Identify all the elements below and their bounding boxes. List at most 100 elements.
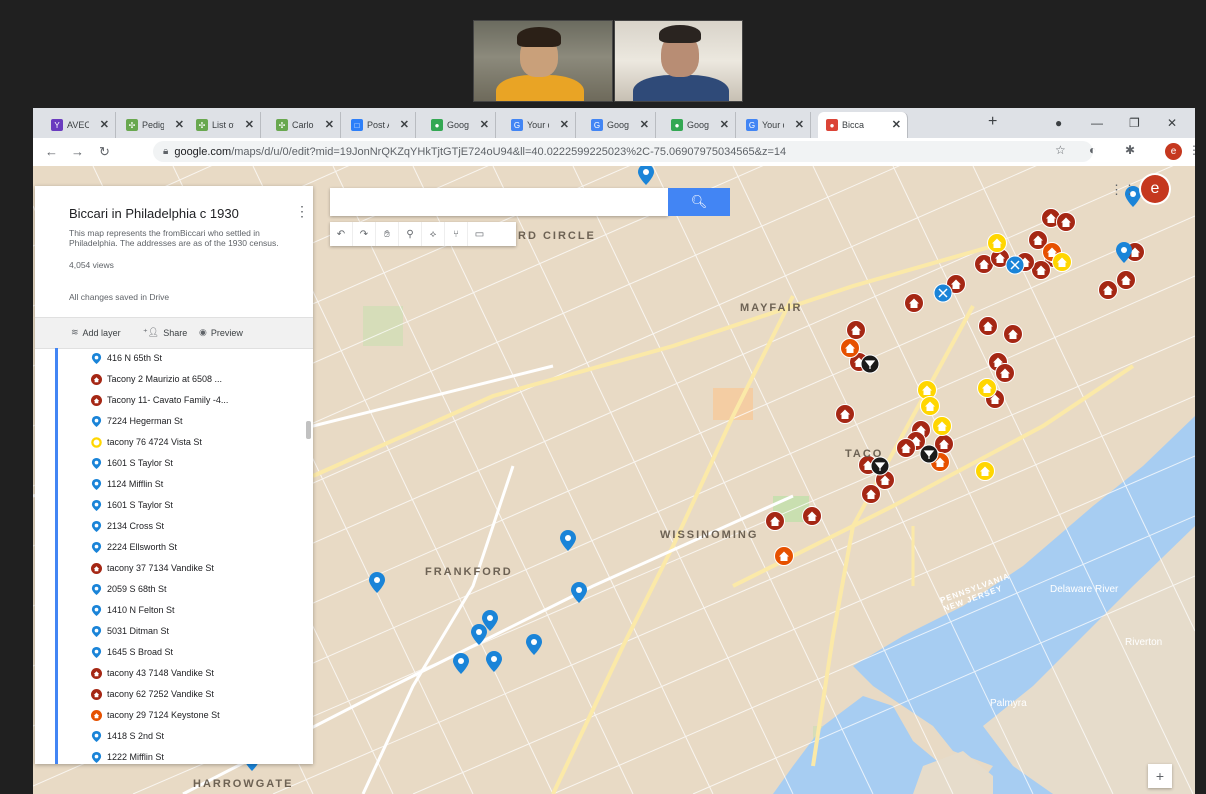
map-ring-marker[interactable] (975, 461, 995, 481)
map-pin-marker[interactable] (571, 582, 587, 603)
map-ring-marker[interactable] (920, 396, 940, 416)
tab-close-icon[interactable]: ✕ (175, 118, 184, 131)
map-house-marker[interactable] (835, 404, 855, 424)
map-description[interactable]: This map represents the fromBiccari who … (69, 228, 305, 248)
browser-tab[interactable]: ✣ Carlo ✕ (268, 112, 341, 138)
profile-icon[interactable]: ● (1055, 116, 1062, 130)
map-house-marker[interactable] (774, 546, 794, 566)
hand-icon[interactable]: ✋︎ (376, 222, 399, 246)
layer-list-item[interactable]: 1124 Mifflin St (91, 474, 163, 494)
layer-list-item[interactable]: 1645 S Broad St (91, 642, 173, 662)
add-layer-button[interactable]: ≋ Add layer (71, 327, 121, 338)
url-field[interactable]: 🔒︎ google.com/maps/d/u/0/edit?mid=19JonN… (153, 141, 1093, 162)
layer-list-item[interactable]: 1601 S Taylor St (91, 495, 173, 515)
map-house-marker[interactable] (861, 484, 881, 504)
browser-tab[interactable]: G Your d ✕ (503, 112, 576, 138)
tab-close-icon[interactable]: ✕ (480, 118, 489, 131)
tab-close-icon[interactable]: ✕ (720, 118, 729, 131)
layer-list-item[interactable]: 1410 N Felton St (91, 600, 175, 620)
map-pin-marker[interactable] (486, 651, 502, 672)
map-ring-marker[interactable] (977, 378, 997, 398)
layer-list-item[interactable]: tacony 29 7124 Keystone St (91, 705, 220, 725)
extensions-puzzle-icon[interactable]: ✱ (1125, 143, 1135, 157)
browser-tab[interactable]: ● Biccari ✕ (818, 112, 908, 138)
tab-close-icon[interactable]: ✕ (325, 118, 334, 131)
directions-icon[interactable]: ⑂ (445, 222, 468, 246)
layer-list-item[interactable]: 1418 S 2nd St (91, 726, 164, 746)
layer-list-item[interactable]: tacony 76 4724 Vista St (91, 432, 202, 452)
layer-list-item[interactable]: tacony 62 7252 Vandike St (91, 684, 214, 704)
share-button[interactable]: ⁺👤︎ Share (143, 327, 187, 338)
layer-list-item[interactable]: 7224 Hegerman St (91, 411, 183, 431)
map-utensils-marker[interactable] (933, 283, 953, 303)
map-house-marker[interactable] (846, 320, 866, 340)
close-window-button[interactable]: ✕ (1167, 116, 1177, 130)
panel-menu-icon[interactable]: ⋮ (295, 203, 309, 220)
map-pin-marker[interactable] (453, 653, 469, 674)
map-special-marker[interactable] (919, 444, 939, 464)
draw-line-icon[interactable]: ⟡ (422, 222, 445, 246)
map-house-marker[interactable] (896, 438, 916, 458)
zoom-in-button[interactable]: + (1148, 764, 1172, 788)
profile-avatar[interactable]: e (1165, 143, 1182, 160)
map-special-marker[interactable] (860, 354, 880, 374)
layer-list-item[interactable]: tacony 37 7134 Vandike St (91, 558, 214, 578)
browser-tab[interactable]: ✣ List of ✕ (188, 112, 261, 138)
video-participant-2[interactable] (614, 20, 743, 102)
layer-list-item[interactable]: Tacony 2 Maurizio at 6508 ... (91, 369, 222, 389)
map-house-marker[interactable] (1003, 324, 1023, 344)
forward-icon[interactable]: → (71, 144, 84, 159)
measure-icon[interactable]: ▭ (468, 222, 491, 246)
tab-close-icon[interactable]: ✕ (400, 118, 409, 131)
layer-list-item[interactable]: 2059 S 68th St (91, 579, 167, 599)
layer-list-item[interactable]: 5031 Ditman St (91, 621, 169, 641)
preview-button[interactable]: ◉ Preview (199, 327, 243, 338)
map-pin-marker[interactable] (369, 572, 385, 593)
map-title[interactable]: Biccari in Philadelphia c 1930 (69, 206, 239, 221)
browser-tab[interactable]: ✣ Pedig ✕ (118, 112, 191, 138)
tab-close-icon[interactable]: ✕ (795, 118, 804, 131)
tab-close-icon[interactable]: ✕ (245, 118, 254, 131)
map-house-marker[interactable] (802, 506, 822, 526)
add-marker-icon[interactable]: ⚲ (399, 222, 422, 246)
tab-close-icon[interactable]: ✕ (892, 118, 901, 131)
map-house-marker[interactable] (904, 293, 924, 313)
browser-tab[interactable]: □ Post A ✕ (343, 112, 416, 138)
browser-tab[interactable]: Y AVEO ✕ (43, 112, 116, 138)
new-tab-button[interactable]: + (988, 113, 997, 131)
browser-tab[interactable]: G Googl ✕ (583, 112, 656, 138)
layer-list-item[interactable]: 1222 Mifflin St (91, 747, 164, 764)
reload-icon[interactable]: ↻ (99, 144, 110, 160)
map-house-marker[interactable] (978, 316, 998, 336)
undo-icon[interactable]: ↶ (330, 222, 353, 246)
map-house-marker[interactable] (1056, 212, 1076, 232)
map-pin-marker[interactable] (526, 634, 542, 655)
map-house-marker[interactable] (1116, 270, 1136, 290)
search-button[interactable]: 🔍︎ (668, 188, 730, 216)
layer-list-item[interactable]: tacony 43 7148 Vandike St (91, 663, 214, 683)
map-search-input[interactable] (330, 188, 668, 216)
tab-close-icon[interactable]: ✕ (640, 118, 649, 131)
back-icon[interactable]: ← (45, 144, 58, 159)
browser-menu-icon[interactable]: ⋮ (1188, 143, 1200, 157)
layer-list-item[interactable]: 2224 Ellsworth St (91, 537, 177, 557)
map-pin-marker[interactable] (638, 166, 654, 185)
layer-list-item[interactable]: 416 N 65th St (91, 348, 162, 368)
browser-tab[interactable]: ● Googl ✕ (423, 112, 496, 138)
layer-list-item[interactable]: 2134 Cross St (91, 516, 164, 536)
bookmark-star-icon[interactable]: ☆ (1055, 143, 1066, 157)
map-house-marker[interactable] (765, 511, 785, 531)
map-house-marker[interactable] (995, 363, 1015, 383)
map-ring-marker[interactable] (1052, 252, 1072, 272)
restore-button[interactable]: ❐ (1129, 116, 1140, 130)
map-ring-marker[interactable] (932, 416, 952, 436)
browser-tab[interactable]: G Your d ✕ (738, 112, 811, 138)
panel-scrollbar[interactable] (306, 421, 311, 439)
map-pin-marker[interactable] (560, 530, 576, 551)
map-utensils-marker[interactable] (1005, 255, 1025, 275)
redo-icon[interactable]: ↷ (353, 222, 376, 246)
browser-tab[interactable]: ● Googl ✕ (663, 112, 736, 138)
map-house-marker[interactable] (840, 338, 860, 358)
layer-list-item[interactable]: Tacony 11- Cavato Family -4... (91, 390, 228, 410)
tab-close-icon[interactable]: ✕ (100, 118, 109, 131)
